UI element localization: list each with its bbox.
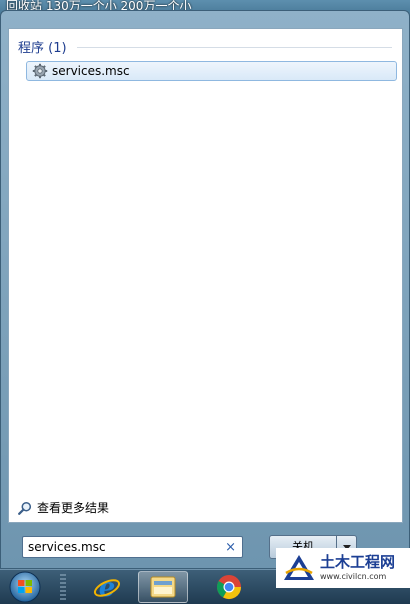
see-more-results-label: 查看更多结果 <box>37 501 110 515</box>
watermark-text: 土木工程网 www.civilcn.com <box>320 555 395 581</box>
taskbar-button-ie[interactable]: e <box>82 571 132 603</box>
section-divider <box>76 47 392 48</box>
watermark-logo-icon <box>284 555 314 580</box>
svg-text:e: e <box>99 573 116 601</box>
gear-icon <box>32 63 48 79</box>
clear-search-icon[interactable]: × <box>225 540 236 555</box>
start-search-box[interactable]: × <box>22 536 243 558</box>
taskbar-button-explorer[interactable] <box>138 571 188 603</box>
taskbar-grip <box>60 574 66 600</box>
watermark-url: www.civilcn.com <box>320 572 387 581</box>
result-item-label: services.msc <box>52 64 130 78</box>
programs-section-header: 程序 (1) <box>18 37 392 56</box>
watermark-title: 土木工程网 <box>320 553 396 571</box>
search-results-pane: 程序 (1) services.msc 查看更多结果 <box>8 28 403 523</box>
search-icon <box>18 501 32 515</box>
taskbar-button-chrome[interactable] <box>204 571 254 603</box>
start-orb-icon[interactable] <box>8 571 42 603</box>
programs-section-title: 程序 (1) <box>18 41 67 56</box>
result-item-services[interactable]: services.msc <box>26 61 397 81</box>
see-more-results-link[interactable]: 查看更多结果 <box>18 499 109 516</box>
file-explorer-icon <box>150 576 176 598</box>
start-menu: 程序 (1) services.msc 查看更多结果 services.msc … <box>0 10 410 569</box>
internet-explorer-icon: e <box>93 573 121 601</box>
site-watermark: 土木工程网 www.civilcn.com <box>276 548 410 588</box>
search-input[interactable] <box>28 540 218 554</box>
chrome-icon <box>216 575 241 600</box>
